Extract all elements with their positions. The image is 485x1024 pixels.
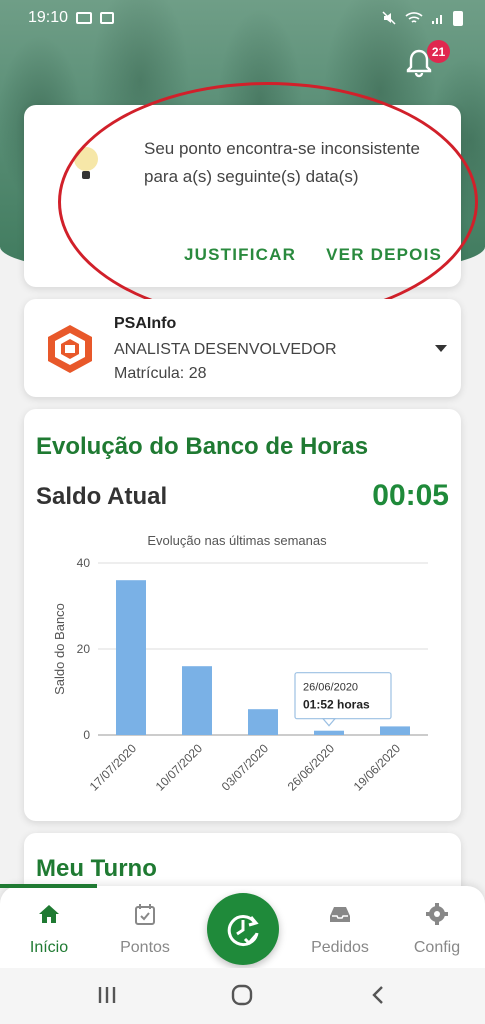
nav-label: Pedidos [311,939,369,956]
status-time: 19:10 [28,9,69,26]
chart-title: Evolução nas últimas semanas [147,533,327,548]
recent-apps-icon[interactable] [96,984,118,1006]
hours-bank-chart: Evolução nas últimas semanas Saldo do Ban… [52,533,428,794]
x-tick-label: 17/07/2020 [87,741,140,794]
bar [248,709,278,735]
home-icon [39,905,59,923]
balance-value: 00:05 [372,479,449,512]
nav-item-pedidos[interactable]: Pedidos [300,902,380,957]
y-tick-label: 20 [77,642,91,656]
x-tick-label: 19/06/2020 [351,741,404,794]
dropdown-caret-icon[interactable] [435,345,447,352]
active-tab-indicator [0,884,97,888]
company-selector[interactable]: PSAInfo ANALISTA DESENVOLVEDOR Matrícula… [24,299,461,397]
inbox-icon [330,907,350,922]
nav-item-inicio[interactable]: Início [9,902,89,957]
x-tick-label: 26/06/2020 [285,741,338,794]
calendar-check-icon [135,904,155,925]
employee-role: ANALISTA DESENVOLVEDOR [114,341,337,358]
clock-check-icon [227,915,259,947]
bar [182,666,212,735]
y-axis-label: Saldo do Banco [52,603,67,695]
nav-label: Início [29,939,69,956]
employee-registration: Matrícula: 28 [114,365,207,382]
image-icon [100,12,115,24]
signal-icon [432,15,442,24]
status-bar: 19:10 [0,0,485,36]
annotation-ellipse [58,82,478,322]
tooltip-date: 26/06/2020 [303,682,358,694]
mute-icon [382,11,396,25]
balance-label: Saldo Atual [36,483,168,510]
battery-icon [453,10,463,26]
bar [116,580,146,735]
laptop-icon [76,12,93,24]
home-button-icon[interactable] [231,984,253,1006]
tooltip-value: 01:52 horas [303,698,370,712]
hours-bank-title: Evolução do Banco de Horas [36,433,369,460]
wifi-icon [405,12,423,23]
tooltip-box [294,672,392,720]
company-name: PSAInfo [114,315,177,332]
gear-icon [426,903,448,925]
x-tick-label: 10/07/2020 [153,741,206,794]
shift-title: Meu Turno [36,855,157,882]
x-tick-label: 03/07/2020 [219,741,272,794]
clock-in-button[interactable] [207,893,279,965]
bar [314,730,344,735]
hours-bank-card: Evolução do Banco de Horas Saldo Atual 0… [24,409,461,821]
nav-label: Config [413,939,461,956]
company-logo [48,325,92,373]
bar [380,726,410,735]
y-tick-label: 0 [83,728,90,742]
nav-label: Pontos [120,939,170,956]
nav-item-config[interactable]: Config [397,902,477,957]
back-icon[interactable] [368,984,390,1006]
tooltip-pointer [321,718,337,727]
system-navigation-bar [0,968,485,1024]
y-tick-label: 40 [77,556,91,570]
notification-badge: 21 [427,40,450,63]
nav-item-pontos[interactable]: Pontos [105,902,185,957]
